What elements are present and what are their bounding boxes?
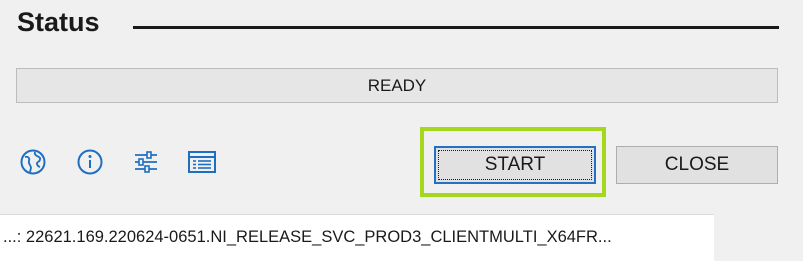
start-button[interactable]: START	[434, 146, 596, 184]
status-heading: Status	[17, 7, 100, 37]
settings-sliders-icon[interactable]	[131, 147, 161, 177]
window-edge	[714, 214, 803, 261]
progress-status-text: READY	[367, 75, 427, 95]
close-button-label: CLOSE	[664, 154, 730, 175]
build-info-bar: ...: 22621.169.220624-0651.NI_RELEASE_SV…	[0, 214, 803, 262]
info-icon[interactable]	[75, 147, 105, 177]
table-icon[interactable]	[187, 147, 217, 177]
heading-divider	[133, 26, 779, 29]
start-button-label: START	[484, 154, 546, 175]
progress-bar: READY	[16, 68, 778, 103]
build-string: ...: 22621.169.220624-0651.NI_RELEASE_SV…	[3, 228, 612, 246]
globe-icon[interactable]	[18, 147, 48, 177]
close-button[interactable]: CLOSE	[616, 146, 778, 184]
